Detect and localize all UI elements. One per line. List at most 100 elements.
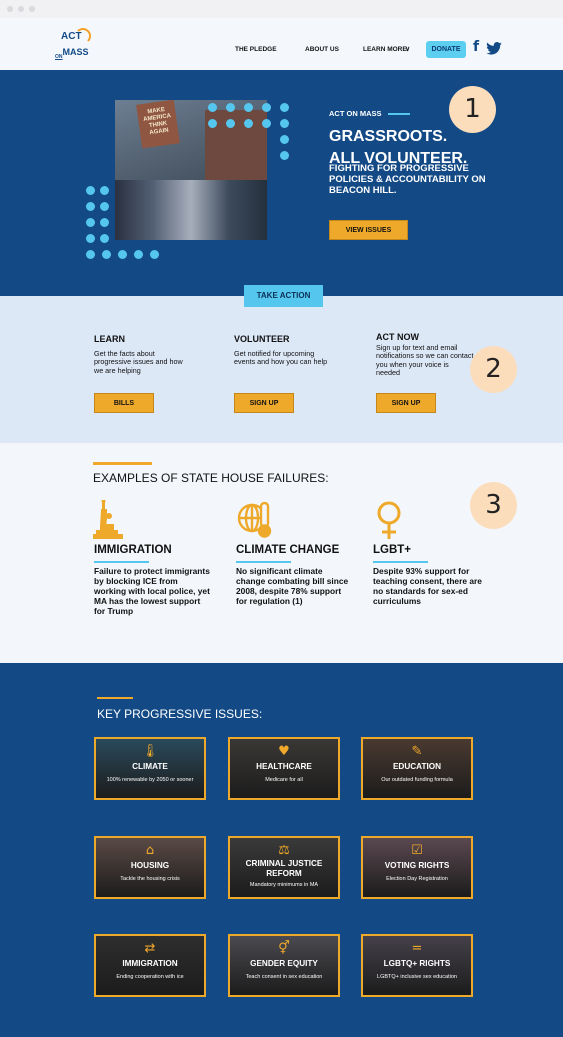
- failure-title-climate-change: CLIMATE CHANGE: [236, 544, 340, 556]
- decorative-dot: [134, 250, 143, 259]
- decorative-dot: [208, 119, 217, 128]
- voting-rights-icon: ☑: [411, 843, 423, 858]
- decorative-dot: [262, 103, 271, 112]
- failure-title-immigration: IMMIGRATION: [94, 544, 172, 556]
- failures-accent-bar: [93, 462, 152, 465]
- hero-kicker: ACT ON MASS: [329, 109, 410, 118]
- issue-card-healthcare[interactable]: ♥ HEALTHCARE Medicare for all: [228, 737, 340, 800]
- nav-link-about-us[interactable]: ABOUT US: [305, 46, 339, 53]
- volunteer-signup-button[interactable]: SIGN UP: [234, 393, 294, 413]
- decorative-dot: [86, 218, 95, 227]
- bills-button[interactable]: BILLS: [94, 393, 154, 413]
- view-issues-button[interactable]: VIEW ISSUES: [329, 220, 408, 240]
- healthcare-icon: ♥: [278, 744, 290, 759]
- failure-title-lgbt: LGBT+: [373, 544, 412, 556]
- decorative-dot: [280, 119, 289, 128]
- decorative-dot: [100, 202, 109, 211]
- gender-equity-icon: ⚥: [278, 941, 290, 956]
- issue-card-lgbtq-rights[interactable]: = LGBTQ+ RIGHTS LGBTQ+ inclusive sex educa…: [361, 934, 473, 997]
- issue-card-subtitle: Our outdated funding formula: [381, 777, 453, 783]
- decorative-dot: [226, 119, 235, 128]
- issue-card-education[interactable]: ✎ EDUCATION Our outdated funding formula: [361, 737, 473, 800]
- lgbtq-rights-icon: =: [411, 941, 423, 956]
- issue-card-title: IMMIGRATION: [122, 959, 178, 968]
- issue-card-title: HOUSING: [130, 861, 170, 870]
- female-symbol-icon: [377, 501, 401, 539]
- failure-underline: [236, 561, 291, 563]
- issue-card-subtitle: Ending cooperation with ice: [116, 974, 184, 980]
- hero-kicker-text: ACT ON MASS: [329, 109, 382, 118]
- issue-card-voting-rights[interactable]: ☑ VOTING RIGHTS Election Day Registration: [361, 836, 473, 899]
- issue-card-title: EDUCATION: [392, 762, 442, 771]
- issue-card-subtitle: LGBTQ+ inclusive sex education: [377, 974, 457, 980]
- decorative-dot: [280, 103, 289, 112]
- decorative-dot: [86, 202, 95, 211]
- decorative-dot: [150, 250, 159, 259]
- issues-accent-bar: [97, 697, 133, 699]
- issue-card-gender-equity[interactable]: ⚥ GENDER EQUITY Teach consent in sex educa…: [228, 934, 340, 997]
- decorative-dot: [262, 119, 271, 128]
- issue-card-climate[interactable]: 🌡 CLIMATE 100% renewable by 2050 or sooner: [94, 737, 206, 800]
- decorative-dot: [100, 186, 109, 195]
- failure-text-immigration: Failure to protect immigrants by blockin…: [94, 566, 210, 616]
- learn-title: LEARN: [94, 334, 125, 344]
- volunteer-title: VOLUNTEER: [234, 334, 290, 344]
- hero-heading-line1: GRASSROOTS.: [329, 128, 448, 145]
- immigration-icon: ⇄: [144, 941, 156, 956]
- issue-card-subtitle: Election Day Registration: [386, 876, 448, 882]
- failure-text-lgbt: Despite 93% support for teaching consent…: [373, 566, 482, 606]
- act-now-signup-button[interactable]: SIGN UP: [376, 393, 436, 413]
- facebook-icon[interactable]: f: [473, 39, 479, 55]
- browser-chrome: [0, 0, 563, 18]
- failure-underline: [94, 561, 149, 563]
- issue-card-title: HEALTHCARE: [256, 762, 312, 771]
- education-icon: ✎: [411, 744, 423, 759]
- twitter-icon[interactable]: [486, 42, 502, 55]
- photo-protest-sign: MAKE AMERICA THINK AGAIN: [136, 100, 180, 149]
- issue-card-subtitle: Mandatory minimums in MA: [249, 882, 319, 888]
- logo-text-on: ON: [55, 54, 63, 60]
- failures-title: EXAMPLES OF STATE HOUSE FAILURES:: [93, 471, 329, 485]
- issue-card-criminal-justice-reform[interactable]: ⚖ CRIMINAL JUSTICE REFORM Mandatory minimu…: [228, 836, 340, 899]
- nav-link-learn-more[interactable]: LEARN MORE: [363, 46, 407, 53]
- decorative-dot: [226, 103, 235, 112]
- act-on-mass-logo[interactable]: ACT ONMASS: [55, 28, 91, 62]
- take-action-tab[interactable]: TAKE ACTION: [244, 285, 323, 307]
- photo-crowd: [115, 180, 267, 240]
- housing-icon: ⌂: [145, 843, 155, 858]
- learn-text: Get the facts about progressive issues a…: [94, 349, 183, 375]
- globe-thermometer-icon: [237, 501, 272, 538]
- issues-title: KEY PROGRESSIVE ISSUES:: [97, 707, 263, 721]
- climate-icon: 🌡: [141, 744, 159, 759]
- issue-card-title: VOTING RIGHTS: [384, 861, 450, 870]
- issue-card-title: GENDER EQUITY: [250, 959, 318, 968]
- act-now-title: ACT NOW: [376, 332, 419, 342]
- issue-card-housing[interactable]: ⌂ HOUSING Tackle the housing crisis: [94, 836, 206, 899]
- failure-text-climate-change: No significant climate change combating …: [236, 566, 349, 606]
- issue-card-subtitle: Tackle the housing crisis: [120, 876, 180, 882]
- failure-underline: [373, 561, 428, 563]
- logo-text-bottom: MASS: [62, 47, 89, 57]
- issue-card-title: LGBTQ+ RIGHTS: [383, 959, 451, 968]
- issue-card-subtitle: Teach consent in sex education: [245, 974, 323, 980]
- issue-card-subtitle: Medicare for all: [265, 777, 303, 783]
- criminal-justice-reform-icon: ⚖: [278, 843, 290, 858]
- nav-link-the-pledge[interactable]: THE PLEDGE: [235, 46, 277, 53]
- marker-2: 2: [470, 346, 517, 393]
- hero-subheading: FIGHTING FOR PROGRESSIVE POLICIES & ACCO…: [329, 163, 486, 196]
- issue-card-subtitle: 100% renewable by 2050 or sooner: [106, 777, 194, 783]
- hero-kicker-line: [387, 113, 410, 115]
- act-now-text: Sign up for text and email notifications…: [376, 343, 474, 378]
- window-dot: [29, 6, 35, 12]
- decorative-dot: [244, 103, 253, 112]
- issue-card-immigration[interactable]: ⇄ IMMIGRATION Ending cooperation with ice: [94, 934, 206, 997]
- decorative-dot: [280, 151, 289, 160]
- decorative-dot: [100, 218, 109, 227]
- decorative-dot: [118, 250, 127, 259]
- decorative-dot: [280, 135, 289, 144]
- window-dot: [18, 6, 24, 12]
- chevron-down-icon[interactable]: ∨: [405, 45, 410, 53]
- issue-card-title: CLIMATE: [132, 762, 168, 771]
- donate-button[interactable]: DONATE: [426, 41, 466, 58]
- decorative-dot: [86, 186, 95, 195]
